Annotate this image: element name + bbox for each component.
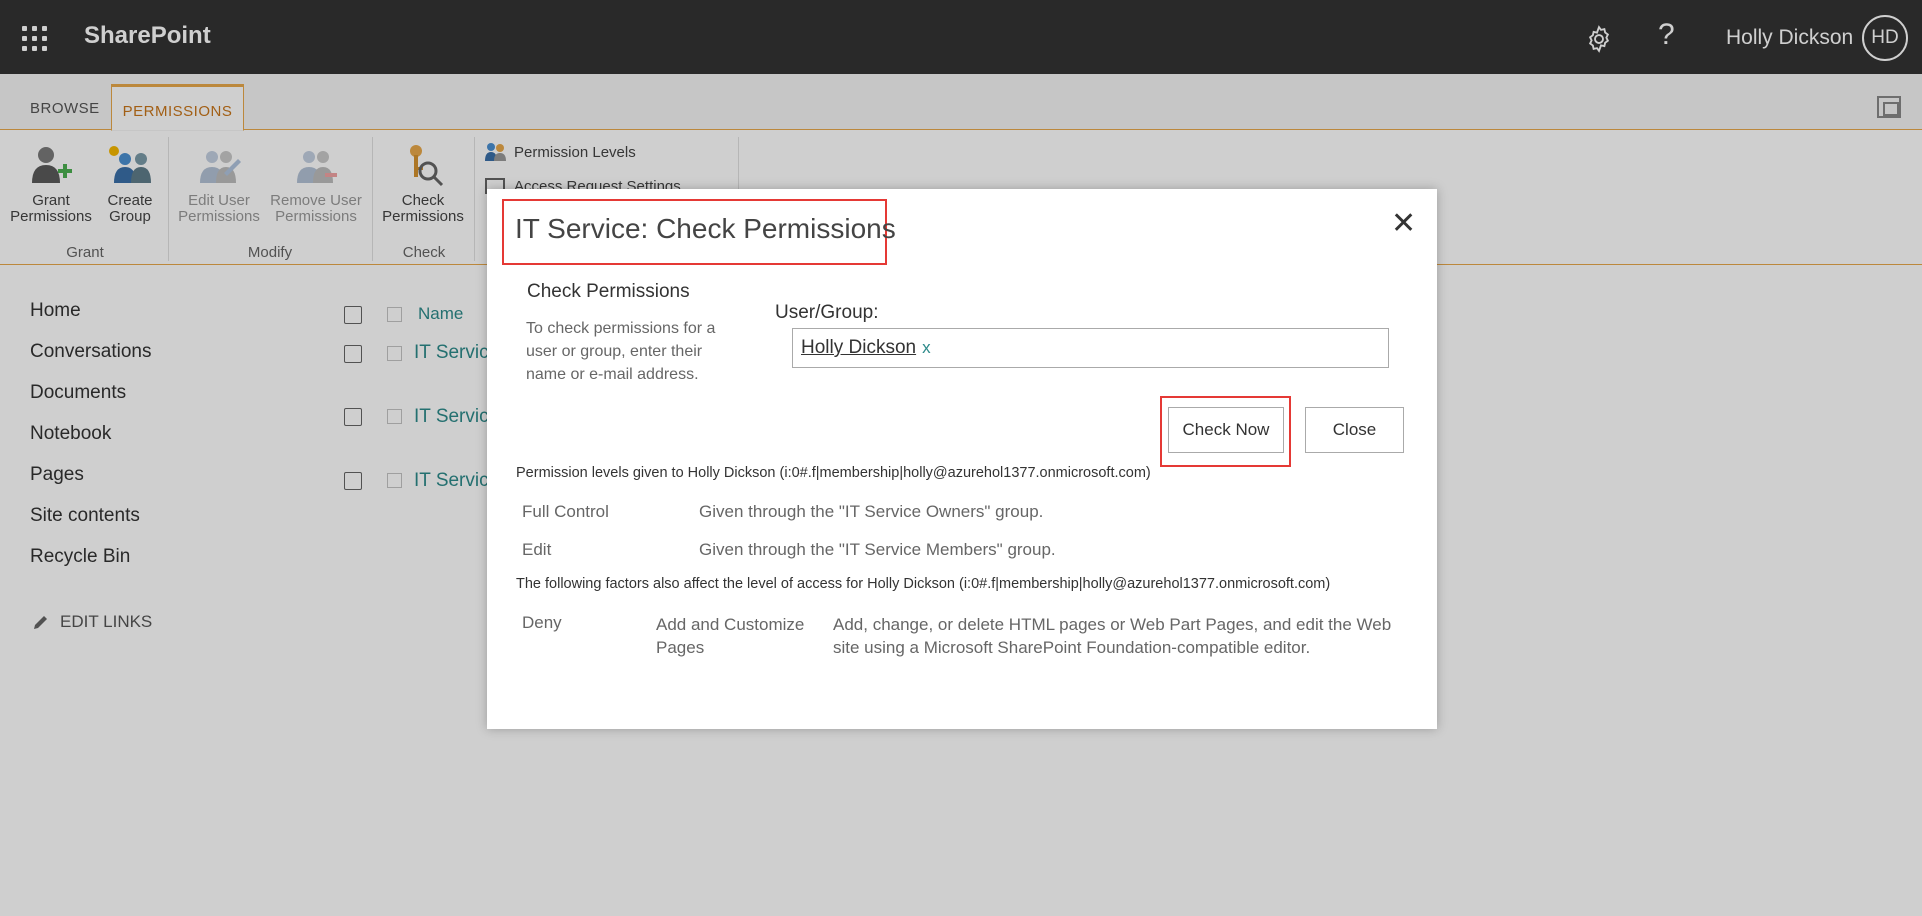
section-description: To check permissions for a user or group… [526, 320, 716, 383]
permission-levels-heading: Permission levels given to Holly Dickson… [516, 465, 1151, 481]
factor-permission: Add and Customize Pages [656, 615, 805, 657]
check-now-button[interactable]: Check Now [1168, 407, 1284, 453]
check-permissions-dialog: IT Service: Check Permissions ✕ Check Pe… [487, 189, 1437, 729]
dialog-title: IT Service: Check Permissions [515, 213, 896, 244]
remove-user-icon[interactable]: x [922, 338, 931, 357]
permission-level: Edit [522, 540, 552, 559]
factor-description: Add, change, or delete HTML pages or Web… [833, 615, 1392, 657]
permission-source: Given through the "IT Service Members" g… [699, 540, 1056, 559]
factor-type: Deny [522, 613, 562, 632]
section-title: Check Permissions [527, 281, 690, 302]
user-token[interactable]: Holly Dickson [801, 337, 916, 358]
permission-level: Full Control [522, 502, 609, 521]
close-button[interactable]: Close [1305, 407, 1404, 453]
permission-source: Given through the "IT Service Owners" gr… [699, 502, 1044, 521]
user-group-input[interactable]: Holly Dickson x [792, 328, 1389, 368]
dialog-close-icon[interactable]: ✕ [1391, 209, 1416, 239]
permission-row: Edit Given through the "IT Service Member… [522, 540, 1056, 560]
permission-row: Full Control Given through the "IT Servic… [522, 502, 1043, 522]
factors-heading: The following factors also affect the le… [516, 576, 1331, 592]
user-group-label: User/Group: [775, 302, 879, 323]
